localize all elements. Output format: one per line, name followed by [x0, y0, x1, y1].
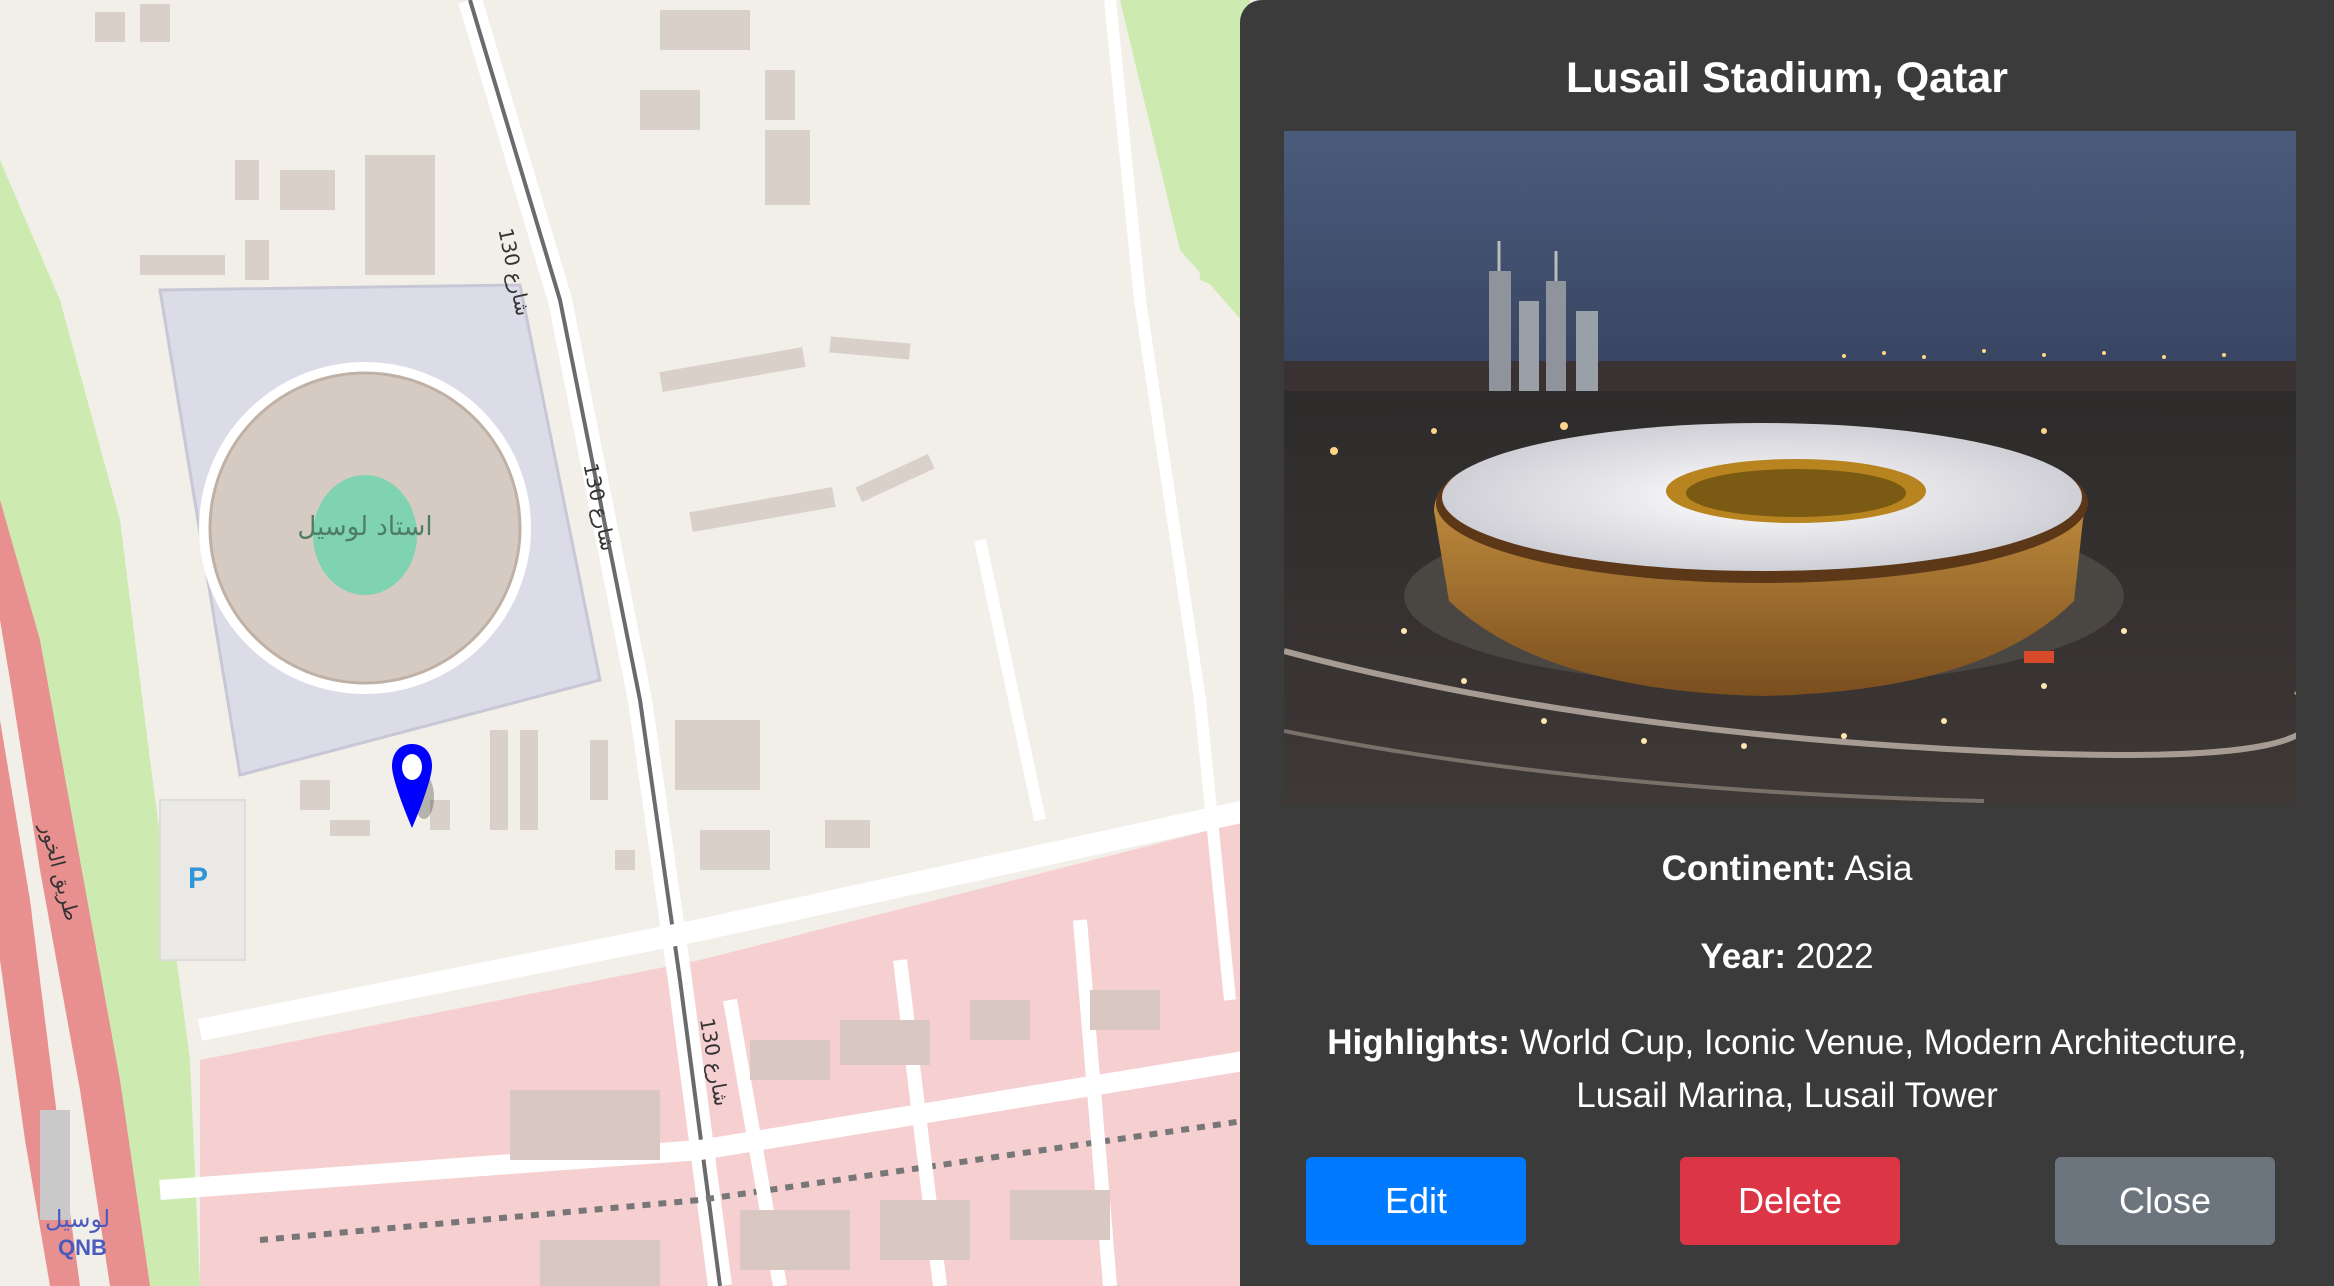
highlights-value-line2: Lusail Marina, Lusail Tower: [1576, 1076, 1998, 1115]
edit-button[interactable]: Edit: [1306, 1157, 1526, 1245]
continent-value: Asia: [1844, 849, 1913, 888]
year-row: Year: 2022: [1240, 930, 2334, 983]
popup-title: Lusail Stadium, Qatar: [1565, 54, 2009, 102]
map-view[interactable]: استاد لوسيل شارع 130 شارع 130 شارع 130 ط…: [0, 0, 1250, 1286]
delete-button[interactable]: Delete: [1680, 1157, 1900, 1245]
close-button[interactable]: Close: [2055, 1157, 2275, 1245]
stadium-photo: [1284, 131, 2296, 805]
highlights-value-line1: World Cup, Iconic Venue, Modern Architec…: [1519, 1023, 2247, 1062]
station-sub-label: QNB: [58, 1235, 107, 1260]
highlights-row: Highlights: World Cup, Iconic Venue, Mod…: [1240, 1016, 2334, 1122]
map-pin-icon[interactable]: [390, 742, 434, 832]
continent-row: Continent: Asia: [1240, 842, 2334, 895]
parking-label: P: [188, 862, 209, 895]
station-label: لوسيل: [45, 1205, 111, 1233]
location-detail-panel: Lusail Stadium, Qatar Continent: Asia Ye…: [1240, 0, 2334, 1286]
highlights-label: Highlights:: [1327, 1023, 1511, 1062]
continent-label: Continent:: [1661, 849, 1837, 888]
map-tiles[interactable]: [0, 0, 1250, 1286]
year-label: Year:: [1700, 937, 1786, 976]
year-value: 2022: [1795, 937, 1874, 976]
stadium-label: استاد لوسيل: [297, 512, 433, 542]
